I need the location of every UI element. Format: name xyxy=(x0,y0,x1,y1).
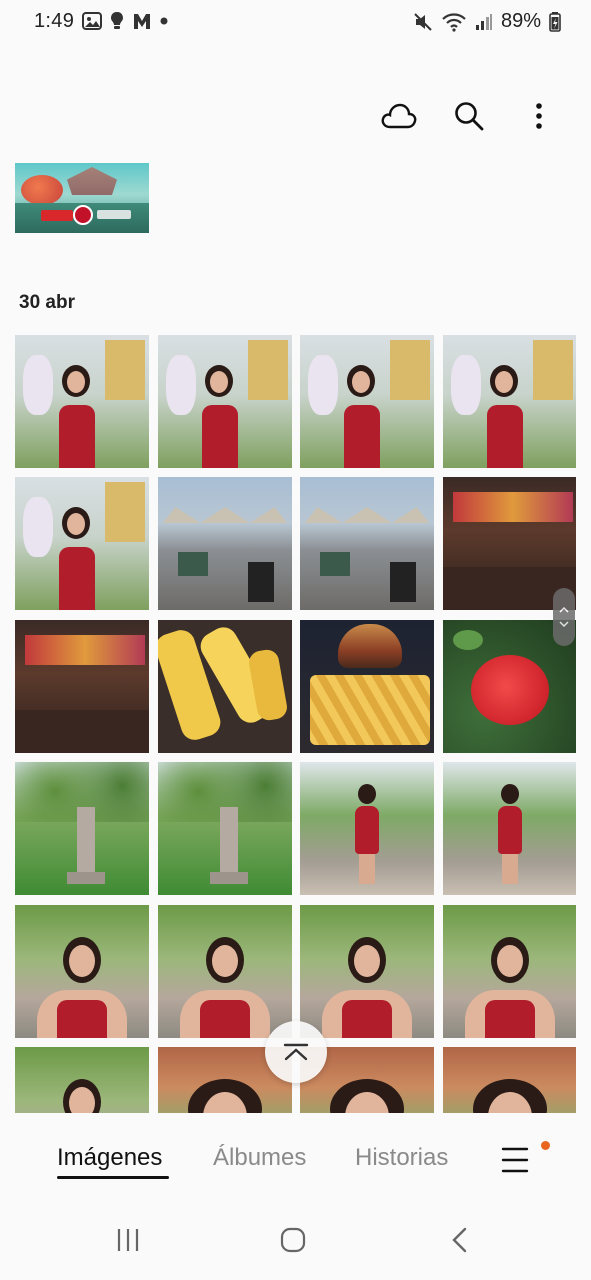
photo-thumbnail[interactable] xyxy=(15,477,149,610)
top-toolbar xyxy=(379,96,559,136)
status-bar: 1:49 89% xyxy=(0,0,591,44)
tab-albumes[interactable]: Álbumes xyxy=(213,1144,306,1172)
photo-thumbnail[interactable] xyxy=(443,762,576,895)
status-left-icons xyxy=(82,11,168,31)
photo-thumbnail[interactable] xyxy=(300,762,434,895)
photo-thumbnail[interactable] xyxy=(15,620,149,753)
menu-icon[interactable] xyxy=(500,1146,530,1174)
scroll-to-top-button[interactable] xyxy=(265,1021,327,1083)
dot-icon xyxy=(160,17,168,25)
battery-charging-icon xyxy=(549,11,561,32)
chevron-up-icon xyxy=(283,1043,309,1061)
active-tab-indicator xyxy=(57,1176,169,1179)
status-time: 1:49 xyxy=(34,10,75,32)
more-options-icon[interactable] xyxy=(519,96,559,136)
signal-icon xyxy=(475,13,493,31)
photo-thumbnail[interactable] xyxy=(158,762,292,895)
recent-apps-icon[interactable] xyxy=(116,1227,140,1253)
photo-thumbnail[interactable] xyxy=(15,762,149,895)
featured-thumbnail[interactable] xyxy=(15,163,149,233)
featured-badge xyxy=(41,210,73,221)
featured-brand xyxy=(97,210,131,219)
cloud-icon[interactable] xyxy=(379,96,419,136)
chevron-up-icon xyxy=(559,607,569,613)
tips-bulb-icon xyxy=(110,11,124,31)
photo-thumbnail[interactable] xyxy=(300,335,434,468)
home-icon[interactable] xyxy=(280,1227,306,1253)
photo-thumbnail[interactable] xyxy=(300,620,434,753)
maps-m-icon xyxy=(132,12,152,30)
featured-logo-icon xyxy=(73,205,93,225)
back-icon[interactable] xyxy=(450,1227,468,1253)
mute-icon xyxy=(413,12,433,32)
tab-imagenes[interactable]: Imágenes xyxy=(57,1144,162,1172)
photo-thumbnail[interactable] xyxy=(443,1047,576,1113)
photo-thumbnail[interactable] xyxy=(443,905,576,1038)
android-nav-bar xyxy=(0,1205,591,1280)
battery-percent: 89% xyxy=(500,10,541,32)
fast-scroll-handle[interactable] xyxy=(553,588,575,646)
photo-thumbnail[interactable] xyxy=(158,335,292,468)
featured-pagoda xyxy=(67,167,117,195)
photo-thumbnail[interactable] xyxy=(300,905,434,1038)
chevron-down-icon xyxy=(559,621,569,627)
photo-thumbnail[interactable] xyxy=(158,620,292,753)
photo-thumbnail[interactable] xyxy=(158,477,292,610)
photo-thumbnail[interactable] xyxy=(300,477,434,610)
photo-thumbnail[interactable] xyxy=(15,1047,149,1113)
search-icon[interactable] xyxy=(449,96,489,136)
notification-dot xyxy=(541,1141,550,1150)
photo-thumbnail[interactable] xyxy=(443,335,576,468)
photo-thumbnail[interactable] xyxy=(15,905,149,1038)
section-date: 30 abr xyxy=(19,292,75,313)
photo-grid xyxy=(15,335,576,1113)
tab-historias[interactable]: Historias xyxy=(355,1144,448,1172)
featured-tree xyxy=(21,175,63,205)
photo-thumbnail[interactable] xyxy=(15,335,149,468)
photo-thumbnail[interactable] xyxy=(158,905,292,1038)
status-right-icons: 89% xyxy=(413,10,561,33)
wifi-icon xyxy=(441,12,467,32)
gallery-icon xyxy=(82,12,102,30)
